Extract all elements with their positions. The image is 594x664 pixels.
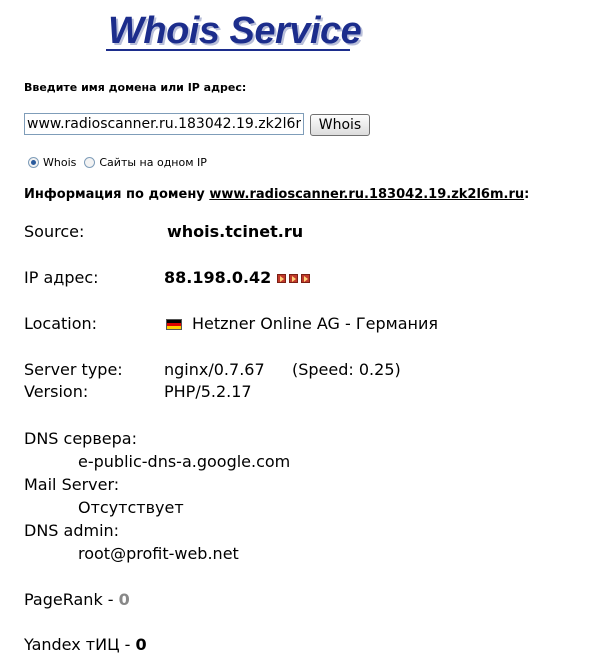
yandex-tic-value: 0: [135, 635, 147, 654]
pagerank-label: PageRank -: [24, 590, 119, 609]
dns-admin-label: DNS admin:: [24, 521, 120, 540]
dns-label: DNS сервера:: [24, 429, 137, 448]
radio-whois-label[interactable]: Whois: [43, 156, 76, 169]
version-value: PHP/5.2.17: [164, 382, 252, 401]
dns-value: e-public-dns-a.google.com: [78, 452, 291, 471]
germany-flag-icon: [166, 319, 182, 330]
location-label: Location:: [24, 314, 98, 333]
radio-same-ip-sites[interactable]: [84, 157, 96, 168]
ip-actions: [277, 274, 311, 283]
logo-underline: [106, 49, 350, 51]
dns-admin-value: root@profit-web.net: [78, 544, 239, 563]
whois-submit-button[interactable]: Whois: [310, 114, 370, 136]
radio-whois[interactable]: [28, 157, 39, 168]
arrow-icon[interactable]: [301, 274, 311, 283]
yandex-tic-label: Yandex тИЦ -: [24, 635, 136, 654]
pagerank-row: PageRank - 0: [24, 589, 130, 611]
ip-value: 88.198.0.42: [164, 268, 272, 287]
server-type-label: Server type:: [24, 360, 123, 379]
yandex-tic-row: Yandex тИЦ - 0: [24, 634, 147, 656]
radio-same-ip-sites-label[interactable]: Сайты на одном IP: [99, 156, 207, 169]
location-value: Hetzner Online AG - Германия: [192, 314, 439, 333]
arrow-icon[interactable]: [289, 274, 299, 283]
domain-link[interactable]: www.radioscanner.ru.183042.19.zk2l6m.ru: [209, 187, 524, 202]
domain-input[interactable]: [24, 113, 304, 135]
source-value: whois.tcinet.ru: [167, 222, 304, 241]
lookup-mode-options: Whois Сайты на одном IP: [28, 156, 215, 169]
domain-prompt-label: Введите имя домена или IP адрес:: [24, 81, 247, 94]
arrow-icon[interactable]: [277, 274, 287, 283]
ip-label: IP адрес:: [24, 268, 99, 287]
domain-info-header: Информация по домену www.radioscanner.ru…: [24, 187, 529, 202]
speed-value: (Speed: 0.25): [292, 360, 401, 379]
info-header-prefix: Информация по домену: [24, 187, 205, 202]
info-header-suffix: :: [524, 187, 530, 202]
ip-row: 88.198.0.42: [164, 267, 311, 289]
mail-label: Mail Server:: [24, 475, 120, 494]
whois-service-logo: Whois Service: [108, 10, 362, 52]
location-row: Hetzner Online AG - Германия: [166, 313, 438, 335]
mail-value: Отсутствует: [78, 498, 184, 517]
source-label: Source:: [24, 222, 85, 241]
pagerank-value: 0: [118, 590, 130, 609]
server-type-value: nginx/0.7.67: [164, 360, 265, 379]
version-label: Version:: [24, 382, 89, 401]
